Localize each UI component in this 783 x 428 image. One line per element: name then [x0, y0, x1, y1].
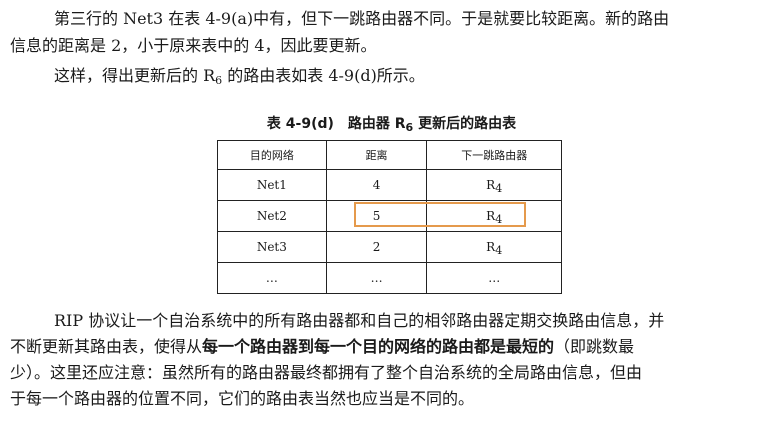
paragraph-line: 第三行的 Net3 在表 4-9(a)中有，但下一跳路由器不同。于是就要比较距离… — [54, 9, 670, 28]
document-page: 第三行的 Net3 在表 4-9(a)中有，但下一跳路由器不同。于是就要比较距离… — [0, 0, 783, 428]
caption-text: 表 4-9(d) 路由器 R — [266, 116, 406, 132]
paragraph-net3-update: 第三行的 Net3 在表 4-9(a)中有，但下一跳路由器不同。于是就要比较距离… — [10, 5, 773, 59]
cell-next-hop: R4 — [426, 169, 562, 201]
paragraph-text: 不断更新其路由表，使得从 — [10, 337, 203, 356]
cell-distance: 2 — [325, 231, 428, 263]
cell-network: Net1 — [217, 169, 327, 201]
paragraph-line: 少）。这里还应注意：虽然所有的路由器最终都拥有了整个自治系统的全局路由信息，但由 — [10, 363, 643, 382]
paragraph-text: 这样，得出更新后的 R — [54, 66, 216, 85]
paragraph-text: （即跳数最 — [554, 337, 635, 356]
table-caption: 表 4-9(d) 路由器 R6 更新后的路由表 — [0, 113, 783, 133]
paragraph-line: RIP 协议让一个自治系统中的所有路由器都和自己的相邻路由器定期交换路由信息，并 — [54, 311, 665, 330]
table-row: Net1 4 R4 — [217, 169, 562, 201]
cell-distance: 4 — [325, 169, 428, 201]
paragraph-line: 信息的距离是 2，小于原来表中的 4，因此要更新。 — [10, 36, 377, 55]
bold-emphasis: 每一个路由器到每一个目的网络的路由都是最短的 — [202, 337, 555, 356]
paragraph-line: 于每一个路由器的位置不同，它们的路由表当然也应当是不同的。 — [10, 389, 475, 408]
table-header-row: 目的网络 距离 下一跳路由器 — [217, 140, 562, 170]
cell-network: Net2 — [217, 200, 327, 232]
highlight-box — [354, 202, 526, 227]
cell-distance: … — [325, 262, 428, 294]
paragraph-result-intro: 这样，得出更新后的 R6 的路由表如表 4-9(d)所示。 — [10, 62, 773, 89]
header-destination-network: 目的网络 — [217, 140, 327, 170]
cell-network: Net3 — [217, 231, 327, 263]
paragraph-text: 的路由表如表 4-9(d)所示。 — [222, 66, 425, 85]
header-distance: 距离 — [325, 140, 428, 170]
cell-network: … — [217, 262, 327, 294]
paragraph-rip-explanation: RIP 协议让一个自治系统中的所有路由器都和自己的相邻路由器定期交换路由信息，并… — [10, 308, 773, 412]
cell-next-hop: … — [426, 262, 562, 294]
cell-next-hop: R4 — [426, 231, 562, 263]
table-row: Net3 2 R4 — [217, 231, 562, 263]
caption-text: 更新后的路由表 — [413, 116, 517, 132]
header-next-hop-router: 下一跳路由器 — [426, 140, 562, 170]
table-row: … … … — [217, 262, 562, 294]
